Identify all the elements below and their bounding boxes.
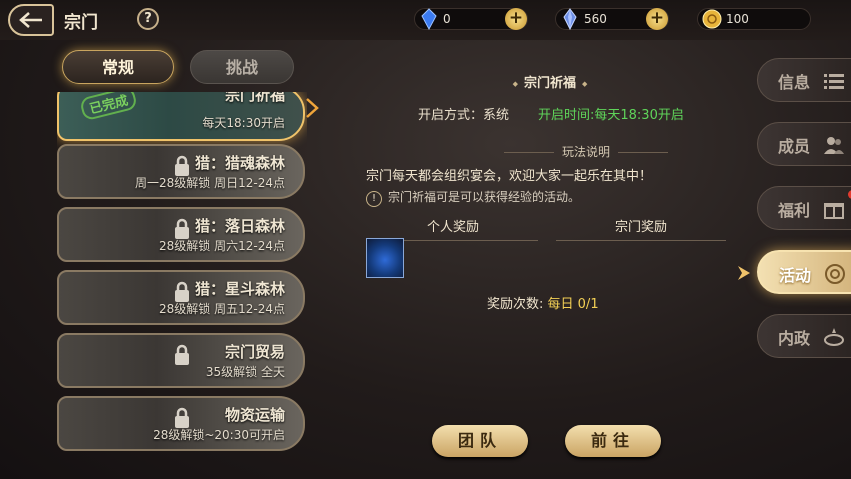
team-button[interactable]: 团队 bbox=[432, 425, 528, 457]
reward-count: 奖励次数: 每日 0/1 bbox=[487, 293, 599, 312]
reward-item-icon[interactable] bbox=[366, 238, 404, 278]
activity-name: 宗门贸易 bbox=[224, 343, 285, 361]
list-item[interactable]: 猎：落日森林 28级解锁 周六12-24点 bbox=[57, 207, 305, 262]
personal-reward-label: 个人奖励 bbox=[426, 220, 479, 235]
side-tab-label: 活动 bbox=[779, 266, 812, 285]
list-icon bbox=[824, 74, 844, 89]
crystal-value: 0 bbox=[443, 12, 451, 26]
list-item[interactable]: 宗门贸易 35级解锁 全天 bbox=[57, 333, 305, 388]
top-bar: 宗门 ? 0 + 560 + 100 bbox=[0, 0, 851, 40]
page-title: 宗门 bbox=[64, 13, 98, 33]
gameplay-heading-text: 玩法说明 bbox=[562, 145, 611, 159]
list-item[interactable]: 物资运输 28级解锁~20:30可开启 bbox=[57, 396, 305, 451]
description-line-2-text: 宗门祈福可是可以获得经验的活动。 bbox=[388, 190, 581, 204]
open-method-value: 系统 bbox=[483, 108, 510, 123]
list-item[interactable]: 猎：猎魂森林 周一28级解锁 周日12-24点 bbox=[57, 144, 305, 199]
category-tabs: 常规 挑战 bbox=[62, 50, 302, 84]
resource-gold: 100 bbox=[697, 8, 811, 30]
reward-count-label: 奖励次数: bbox=[487, 297, 544, 312]
detail-title: 宗门祈福 bbox=[470, 72, 630, 91]
affairs-icon bbox=[824, 328, 844, 346]
back-arrow-icon bbox=[19, 12, 42, 28]
gameplay-heading: 玩法说明 bbox=[496, 143, 676, 160]
gold-coin-icon bbox=[702, 9, 722, 29]
help-button[interactable]: ? bbox=[137, 8, 159, 30]
list-item[interactable]: 已完成 宗门祈福 每天18:30开启 bbox=[57, 92, 305, 141]
selection-arrow-icon bbox=[306, 98, 319, 118]
open-method-label: 开启方式： bbox=[418, 108, 484, 123]
activity-name: 宗门祈福 bbox=[224, 92, 285, 104]
completed-stamp: 已完成 bbox=[79, 92, 138, 122]
tab-challenge[interactable]: 挑战 bbox=[190, 50, 294, 84]
add-crystal-button[interactable]: + bbox=[505, 8, 527, 30]
side-tab-info[interactable]: 信息 bbox=[757, 58, 851, 102]
resource-diamond: 560 + bbox=[555, 8, 669, 31]
active-tab-arrow-icon bbox=[738, 266, 750, 280]
activity-sub: 每天18:30开启 bbox=[202, 116, 285, 130]
activity-icon bbox=[825, 264, 845, 284]
activity-name: 猎：猎魂森林 bbox=[194, 154, 285, 172]
personal-reward-heading: 个人奖励 bbox=[368, 216, 538, 241]
side-tab-label: 福利 bbox=[778, 201, 811, 220]
members-icon bbox=[824, 137, 844, 154]
activity-name: 物资运输 bbox=[224, 406, 285, 424]
lock-icon bbox=[175, 344, 189, 365]
go-button[interactable]: 前往 bbox=[565, 425, 661, 457]
diamond-icon bbox=[563, 8, 577, 31]
sect-reward-heading: 宗门奖励 bbox=[556, 216, 726, 241]
description-line-2: ! 宗门祈福可是可以获得经验的活动。 bbox=[366, 188, 580, 207]
reward-count-value: 每日 0/1 bbox=[547, 297, 599, 312]
gold-value: 100 bbox=[726, 12, 749, 26]
side-tab-members[interactable]: 成员 bbox=[757, 122, 851, 166]
activity-sub: 周一28级解锁 周日12-24点 bbox=[135, 176, 285, 190]
exclamation-icon: ! bbox=[366, 191, 382, 207]
tab-regular[interactable]: 常规 bbox=[62, 50, 174, 84]
gift-icon bbox=[824, 203, 844, 219]
description-line-1: 宗门每天都会组织宴会，欢迎大家一起乐在其中！ bbox=[366, 169, 653, 184]
activity-sub: 28级解锁~20:30可开启 bbox=[153, 428, 285, 442]
diamond-value: 560 bbox=[584, 12, 607, 26]
side-tab-label: 内政 bbox=[778, 329, 811, 348]
list-item[interactable]: 猎：星斗森林 28级解锁 周五12-24点 bbox=[57, 270, 305, 325]
divider bbox=[556, 240, 726, 241]
activity-sub: 28级解锁 周六12-24点 bbox=[159, 239, 285, 253]
activity-list[interactable]: 已完成 宗门祈福 每天18:30开启 猎：猎魂森林 周一28级解锁 周日12-2… bbox=[57, 92, 307, 458]
back-button[interactable] bbox=[8, 4, 54, 36]
activity-name: 猎：星斗森林 bbox=[194, 280, 285, 298]
sect-reward-label: 宗门奖励 bbox=[614, 220, 667, 235]
side-tab-activity[interactable]: 活动 bbox=[757, 250, 851, 294]
resource-crystal: 0 + bbox=[414, 8, 528, 31]
open-method: 开启方式：系统 bbox=[418, 104, 509, 123]
activity-sub: 28级解锁 周五12-24点 bbox=[159, 302, 285, 316]
side-tab-welfare[interactable]: 福利 bbox=[757, 186, 851, 230]
side-tab-label: 成员 bbox=[778, 137, 811, 156]
blue-crystal-icon bbox=[421, 8, 437, 31]
activity-sub: 35级解锁 全天 bbox=[205, 365, 285, 379]
side-tab-affairs[interactable]: 内政 bbox=[757, 314, 851, 358]
activity-name: 猎：落日森林 bbox=[194, 217, 285, 235]
add-diamond-button[interactable]: + bbox=[646, 8, 668, 30]
side-tab-label: 信息 bbox=[778, 73, 811, 92]
open-time: 开启时间:每天18:30开启 bbox=[538, 108, 684, 123]
